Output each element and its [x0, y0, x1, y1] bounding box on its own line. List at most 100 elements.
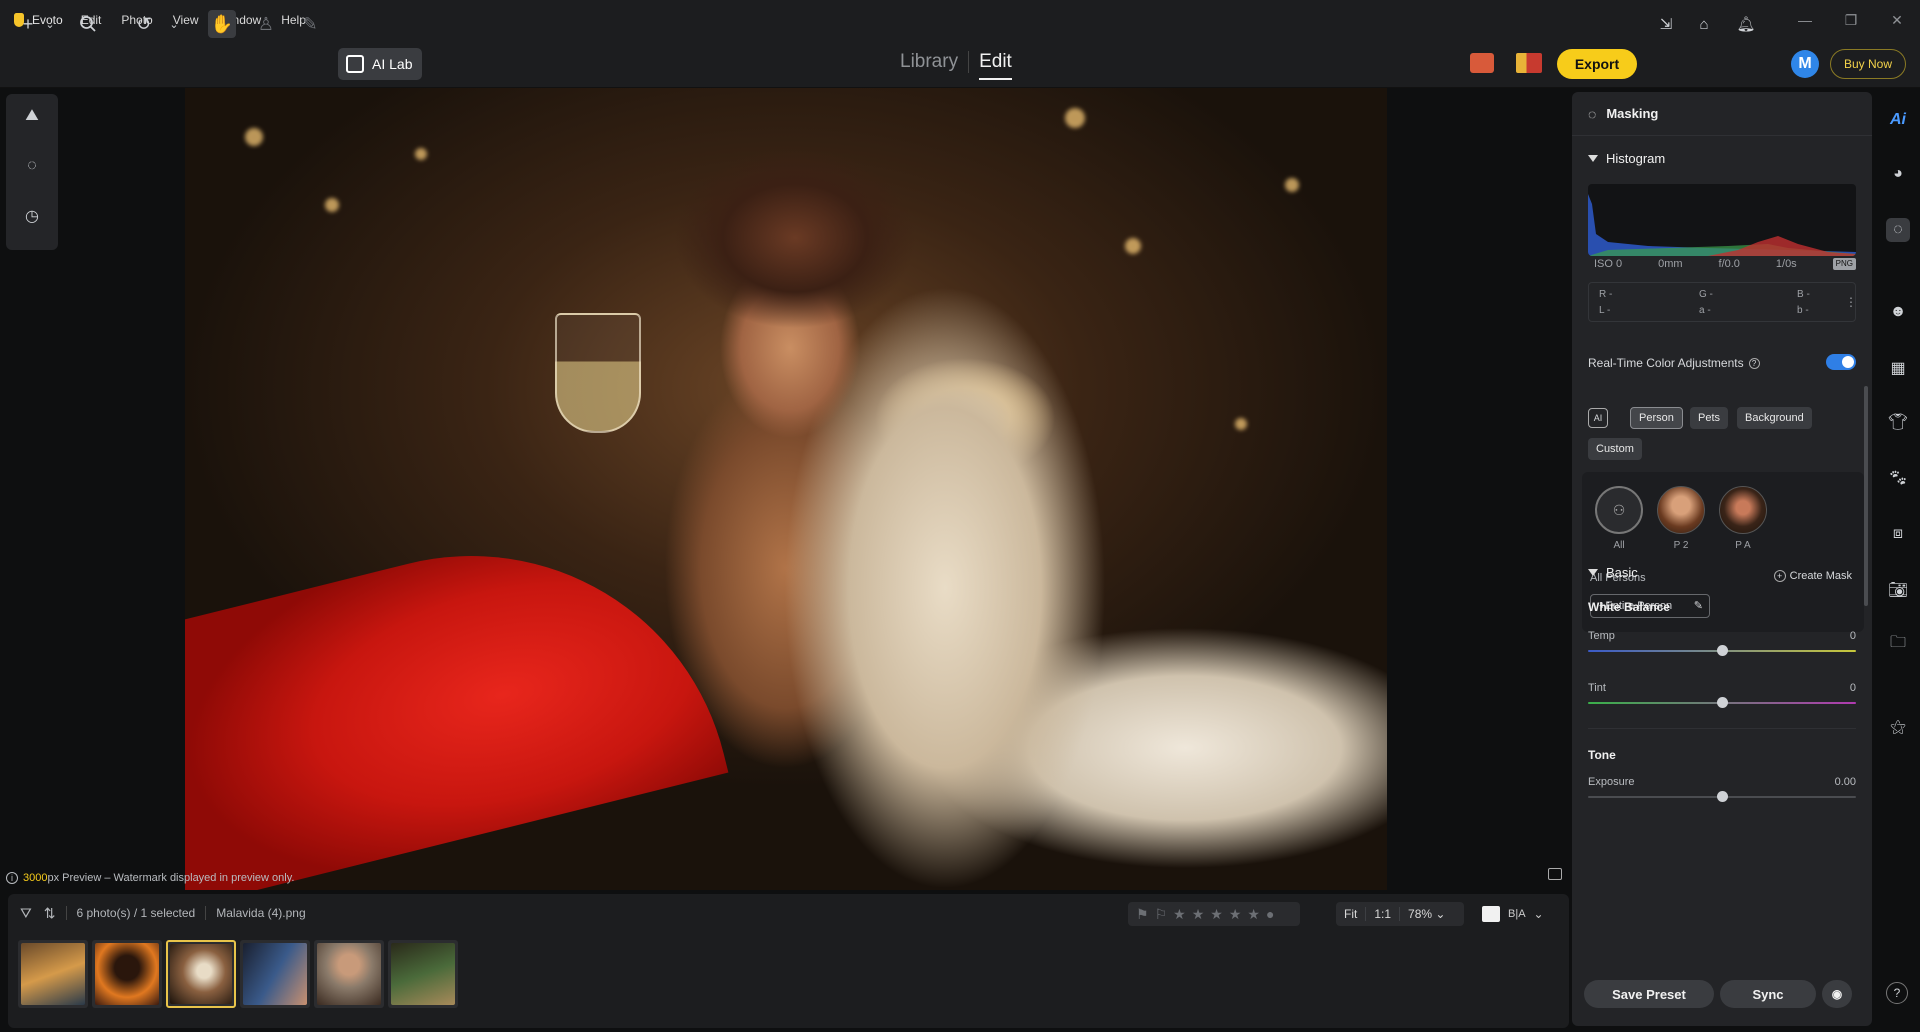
more-options-icon[interactable]: ⋮	[1845, 295, 1857, 309]
bookmark-star-icon[interactable]: ⚝	[1886, 716, 1910, 740]
sync-settings-icon[interactable]: ◉	[1822, 980, 1852, 1008]
person-label: P A	[1735, 540, 1751, 551]
masking-rail-icon[interactable]: ◌	[1886, 218, 1910, 242]
create-mask-button[interactable]: + Create Mask	[1773, 570, 1852, 582]
thumbnail-selected[interactable]	[166, 940, 236, 1008]
preview-resolution: 3000	[23, 872, 48, 884]
texture-icon[interactable]: ▦	[1886, 356, 1910, 380]
person-p2[interactable]: P 2	[1656, 486, 1706, 551]
divider	[65, 906, 67, 920]
basic-section-header[interactable]: Basic	[1572, 562, 1638, 582]
help-icon[interactable]: ?	[1748, 357, 1760, 369]
masking-title: Masking	[1606, 106, 1659, 121]
ai-mask-icon[interactable]: AI	[1588, 408, 1608, 428]
zoom-fit-button[interactable]: Fit	[1336, 907, 1367, 921]
paw-icon[interactable]: 🐾︎	[1886, 466, 1910, 490]
clothing-icon[interactable]: 👕︎	[1886, 410, 1910, 434]
reject-flag-icon[interactable]: ⚐	[1155, 906, 1168, 923]
star-icon[interactable]: ★	[1247, 906, 1260, 923]
add-dropdown-chevron-icon[interactable]: ⌄	[36, 10, 64, 38]
search-icon[interactable]	[74, 10, 102, 38]
thumbnail[interactable]	[240, 940, 310, 1008]
chip-person[interactable]: Person	[1630, 407, 1683, 429]
create-mask-label: Create Mask	[1789, 570, 1852, 582]
bokeh-light	[1125, 238, 1141, 254]
star-icon[interactable]: ★	[1210, 906, 1223, 923]
thumbnail[interactable]	[388, 940, 458, 1008]
ai-icon[interactable]: Ai	[1886, 108, 1910, 132]
tab-library[interactable]: Library	[900, 51, 970, 73]
chip-custom[interactable]: Custom	[1588, 438, 1642, 460]
format-badge: PNG	[1832, 258, 1856, 270]
main-photo[interactable]	[185, 88, 1387, 890]
histogram-section-header[interactable]: Histogram	[1572, 136, 1872, 180]
patch-tool-icon[interactable]: ✎	[296, 10, 324, 38]
minimize-button[interactable]: —	[1782, 12, 1828, 28]
person-pa[interactable]: P A	[1718, 486, 1768, 551]
save-preset-button[interactable]: Save Preset	[1584, 980, 1714, 1008]
face-icon[interactable]: ☻	[1886, 300, 1910, 324]
before-after-icon[interactable]: B|A	[1508, 908, 1526, 920]
chip-pets[interactable]: Pets	[1690, 407, 1729, 429]
gift-shop-icon[interactable]: ⌂	[1690, 10, 1718, 38]
portrait-adjust-icon[interactable]: ⛰	[20, 104, 44, 128]
zoom-1to1-button[interactable]: 1:1	[1366, 907, 1401, 921]
hand-tool-icon[interactable]: ✋	[208, 10, 236, 38]
exposure-slider[interactable]: Exposure 0.00	[1588, 776, 1856, 806]
close-button[interactable]: ✕	[1874, 12, 1920, 29]
color-label-icon[interactable]: ●	[1266, 906, 1274, 922]
undo-dropdown-chevron-icon[interactable]: ⌄	[160, 10, 188, 38]
realtime-label: Real-Time Color Adjustments	[1588, 356, 1744, 370]
flag-icon[interactable]: ⚑	[1136, 906, 1149, 923]
folder-icon[interactable]: 🗀	[1886, 632, 1910, 656]
bokeh-light	[415, 148, 427, 160]
sync-button[interactable]: Sync	[1720, 980, 1816, 1008]
promo-box-icon[interactable]	[1516, 53, 1542, 73]
camera-icon[interactable]: 📷︎	[1886, 578, 1910, 602]
star-icon[interactable]: ★	[1229, 906, 1242, 923]
thumbnail[interactable]	[92, 940, 162, 1008]
stamp-tool-icon[interactable]: ♙	[252, 10, 280, 38]
single-view-icon[interactable]	[1482, 906, 1500, 922]
history-icon[interactable]: ◷	[20, 204, 44, 228]
tint-knob[interactable]	[1717, 697, 1728, 708]
basic-label: Basic	[1606, 564, 1638, 580]
ai-lab-button[interactable]: AI Lab	[338, 48, 422, 80]
export-button[interactable]: Export	[1557, 49, 1637, 79]
tint-slider[interactable]: Tint 0	[1588, 682, 1856, 712]
star-icon[interactable]: ★	[1173, 906, 1186, 923]
help-circle-icon[interactable]: ?	[1886, 982, 1908, 1004]
masking-tool-icon[interactable]: ◌	[20, 154, 44, 178]
buy-now-button[interactable]: Buy Now	[1830, 49, 1906, 79]
divider	[205, 906, 207, 920]
edit-icon[interactable]: ✎	[1694, 599, 1703, 612]
crop-icon[interactable]: ⧈	[1886, 522, 1910, 546]
chip-background[interactable]: Background	[1737, 407, 1812, 429]
user-avatar[interactable]: M	[1791, 50, 1819, 78]
star-icon[interactable]: ★	[1192, 906, 1205, 923]
exposure-knob[interactable]	[1717, 791, 1728, 802]
right-panel-scrollbar[interactable]	[1864, 386, 1868, 606]
restore-button[interactable]: ❐	[1828, 12, 1874, 29]
promo-gift-icon[interactable]	[1470, 53, 1494, 73]
right-icon-rail: Ai ◕ ◌ ☻ ▦ 👕︎ 🐾︎ ⧈ 📷︎ 🗀 ⚝ ?	[1878, 92, 1918, 1032]
thumbnail[interactable]	[18, 940, 88, 1008]
tab-edit[interactable]: Edit	[969, 51, 1012, 80]
palette-icon[interactable]: ◕	[1886, 162, 1910, 186]
plus-circle-icon: +	[1773, 570, 1786, 582]
filter-icon[interactable]: ⛛	[20, 905, 32, 922]
share-icon[interactable]: ⇲	[1652, 10, 1680, 38]
person-all[interactable]: ⚇ All	[1594, 486, 1644, 551]
thumbnail[interactable]	[314, 940, 384, 1008]
compare-view-icon[interactable]	[1548, 868, 1562, 880]
undo-icon[interactable]: ↺	[130, 10, 158, 38]
view-dropdown-chevron-icon[interactable]: ⌄	[1534, 907, 1544, 921]
temp-slider[interactable]: Temp 0	[1588, 630, 1856, 660]
notification-bell-icon[interactable]: 🔔︎	[1732, 10, 1760, 38]
zoom-level-select[interactable]: 78% ⌄	[1400, 907, 1453, 921]
selected-filename: Malavida (4).png	[216, 906, 306, 920]
sort-icon[interactable]: ⇅	[44, 905, 56, 922]
histogram-label: Histogram	[1606, 150, 1666, 166]
temp-knob[interactable]	[1717, 645, 1728, 656]
realtime-toggle[interactable]	[1826, 354, 1856, 370]
